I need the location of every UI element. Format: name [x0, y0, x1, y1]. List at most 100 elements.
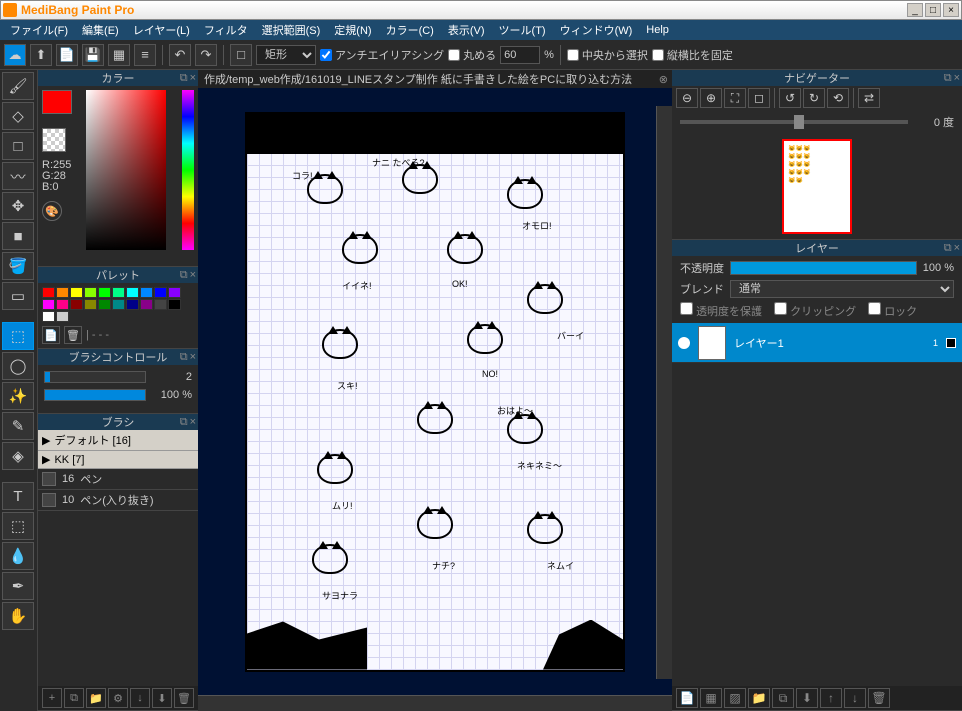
stamp-tool[interactable]: ✒: [2, 572, 34, 600]
shape-square-icon[interactable]: □: [230, 44, 252, 66]
palette-swatch[interactable]: [84, 287, 97, 298]
new-folder-button[interactable]: 📁: [748, 688, 770, 708]
delete-layer-button[interactable]: 🗑: [868, 688, 890, 708]
blend-mode-select[interactable]: 通常: [730, 280, 954, 298]
merge-down-button[interactable]: ⬇: [796, 688, 818, 708]
magic-wand-tool[interactable]: ✨: [2, 382, 34, 410]
horizontal-scrollbar[interactable]: [198, 695, 672, 711]
brush-size-slider[interactable]: [44, 371, 146, 383]
shape-type-select[interactable]: 矩形: [256, 45, 316, 65]
close-tab-icon[interactable]: ⊗: [659, 73, 668, 86]
brush-down-icon[interactable]: ↓: [130, 688, 150, 708]
palette-swatch[interactable]: [168, 287, 181, 298]
maximize-button[interactable]: □: [925, 3, 941, 17]
artwork-canvas[interactable]: コラ! ナニ たべる? イイネ! OK! オモロ! スキ! NO! バーイ ムリ…: [245, 112, 625, 672]
document-tab[interactable]: 作成/temp_web作成/161019_LINEスタンプ制作 紙に手書きした絵…: [198, 70, 672, 88]
actual-size-button[interactable]: ◻: [748, 88, 770, 108]
transform-tool[interactable]: ⬚: [2, 512, 34, 540]
brush-folder-icon[interactable]: 📁: [86, 688, 106, 708]
minimize-button[interactable]: _: [907, 3, 923, 17]
close-panel-icon[interactable]: ×: [190, 72, 196, 85]
brush-item[interactable]: 16ペン: [38, 469, 198, 490]
palette-swatch[interactable]: [56, 287, 69, 298]
dot-brush-tool[interactable]: 〰: [2, 162, 34, 190]
new-layer-8bit-button[interactable]: ▦: [700, 688, 722, 708]
upload-button[interactable]: ⬆: [30, 44, 52, 66]
background-color-swatch[interactable]: [42, 128, 66, 152]
bucket-tool[interactable]: 🪣: [2, 252, 34, 280]
grid-button[interactable]: ▦: [108, 44, 130, 66]
palette-swatch[interactable]: [56, 299, 69, 310]
canvas-viewport[interactable]: コラ! ナニ たべる? イイネ! OK! オモロ! スキ! NO! バーイ ムリ…: [198, 88, 672, 695]
palette-swatch[interactable]: [154, 287, 167, 298]
round-value-input[interactable]: [500, 46, 540, 64]
menu-color[interactable]: カラー(C): [380, 20, 440, 40]
zoom-in-button[interactable]: ⊕: [700, 88, 722, 108]
brush-add-icon[interactable]: +: [42, 688, 62, 708]
menu-help[interactable]: Help: [640, 22, 675, 38]
eraser-tool[interactable]: ◇: [2, 102, 34, 130]
brush-item[interactable]: 10ペン(入り抜き): [38, 490, 198, 511]
hand-tool[interactable]: ✋: [2, 602, 34, 630]
new-doc-button[interactable]: 📄: [56, 44, 78, 66]
rect-select-tool[interactable]: ⬚: [2, 322, 34, 350]
rotate-right-button[interactable]: ↻: [803, 88, 825, 108]
brush-opacity-slider[interactable]: [44, 389, 146, 401]
new-layer-1bit-button[interactable]: ▨: [724, 688, 746, 708]
vertical-scrollbar[interactable]: [656, 106, 672, 679]
fill-tool[interactable]: ■: [2, 222, 34, 250]
cloud-sync-button[interactable]: ☁: [4, 44, 26, 66]
palette-swatch[interactable]: [98, 287, 111, 298]
protect-alpha-checkbox[interactable]: 透明度を保護: [680, 302, 762, 319]
brush-settings-icon[interactable]: ⚙: [108, 688, 128, 708]
layer-opacity-slider[interactable]: [730, 261, 917, 275]
gradient-tool[interactable]: ▭: [2, 282, 34, 310]
palette-swatch[interactable]: [154, 299, 167, 310]
palette-swatch[interactable]: [112, 299, 125, 310]
eraser-select-tool[interactable]: ◈: [2, 442, 34, 470]
menu-edit[interactable]: 編集(E): [76, 20, 125, 40]
menu-select[interactable]: 選択範囲(S): [256, 20, 327, 40]
palette-add-button[interactable]: 📄: [42, 326, 60, 344]
brush-tool[interactable]: 🖌: [2, 72, 34, 100]
brush-download-icon[interactable]: ⬇: [152, 688, 172, 708]
rotate-reset-button[interactable]: ⟲: [827, 88, 849, 108]
round-checkbox[interactable]: 丸める: [448, 47, 496, 63]
menu-view[interactable]: 表示(V): [442, 20, 491, 40]
palette-swatch[interactable]: [56, 311, 69, 322]
flip-button[interactable]: ⇄: [858, 88, 880, 108]
palette-grid[interactable]: [42, 287, 194, 322]
palette-swatch[interactable]: [168, 299, 181, 310]
hue-slider[interactable]: [182, 90, 194, 250]
menu-tool[interactable]: ツール(T): [493, 20, 552, 40]
palette-swatch[interactable]: [70, 299, 83, 310]
lock-checkbox[interactable]: ロック: [868, 302, 917, 319]
center-select-checkbox[interactable]: 中央から選択: [567, 47, 648, 63]
pen-select-tool[interactable]: ✎: [2, 412, 34, 440]
undo-button[interactable]: ↶: [169, 44, 191, 66]
antialias-checkbox[interactable]: アンチエイリアシング: [320, 47, 444, 63]
navigator-thumbnail[interactable]: 😺😺😺😺😺😺😺😺😺😺😺😺😺😺: [782, 139, 852, 234]
menu-file[interactable]: ファイル(F): [4, 20, 74, 40]
new-layer-button[interactable]: 📄: [676, 688, 698, 708]
lasso-tool[interactable]: ◯: [2, 352, 34, 380]
brush-dup-icon[interactable]: ⧉: [64, 688, 84, 708]
brush-group[interactable]: ▶ デフォルト [16]: [38, 430, 198, 451]
menu-ruler[interactable]: 定規(N): [328, 20, 377, 40]
palette-swatch[interactable]: [70, 287, 83, 298]
palette-swatch[interactable]: [84, 299, 97, 310]
text-tool[interactable]: T: [2, 482, 34, 510]
color-wheel-icon[interactable]: 🎨: [42, 201, 62, 221]
palette-swatch[interactable]: [126, 287, 139, 298]
layer-item[interactable]: レイヤー1 1: [672, 323, 962, 363]
rotation-slider[interactable]: [680, 120, 908, 124]
save-button[interactable]: 💾: [82, 44, 104, 66]
aspect-lock-checkbox[interactable]: 縦横比を固定: [652, 47, 733, 63]
layer-up-button[interactable]: ↑: [820, 688, 842, 708]
zoom-out-button[interactable]: ⊖: [676, 88, 698, 108]
eyedropper-tool[interactable]: 💧: [2, 542, 34, 570]
palette-swatch[interactable]: [140, 287, 153, 298]
move-tool[interactable]: ✥: [2, 192, 34, 220]
clipping-checkbox[interactable]: クリッピング: [774, 302, 856, 319]
palette-swatch[interactable]: [126, 299, 139, 310]
